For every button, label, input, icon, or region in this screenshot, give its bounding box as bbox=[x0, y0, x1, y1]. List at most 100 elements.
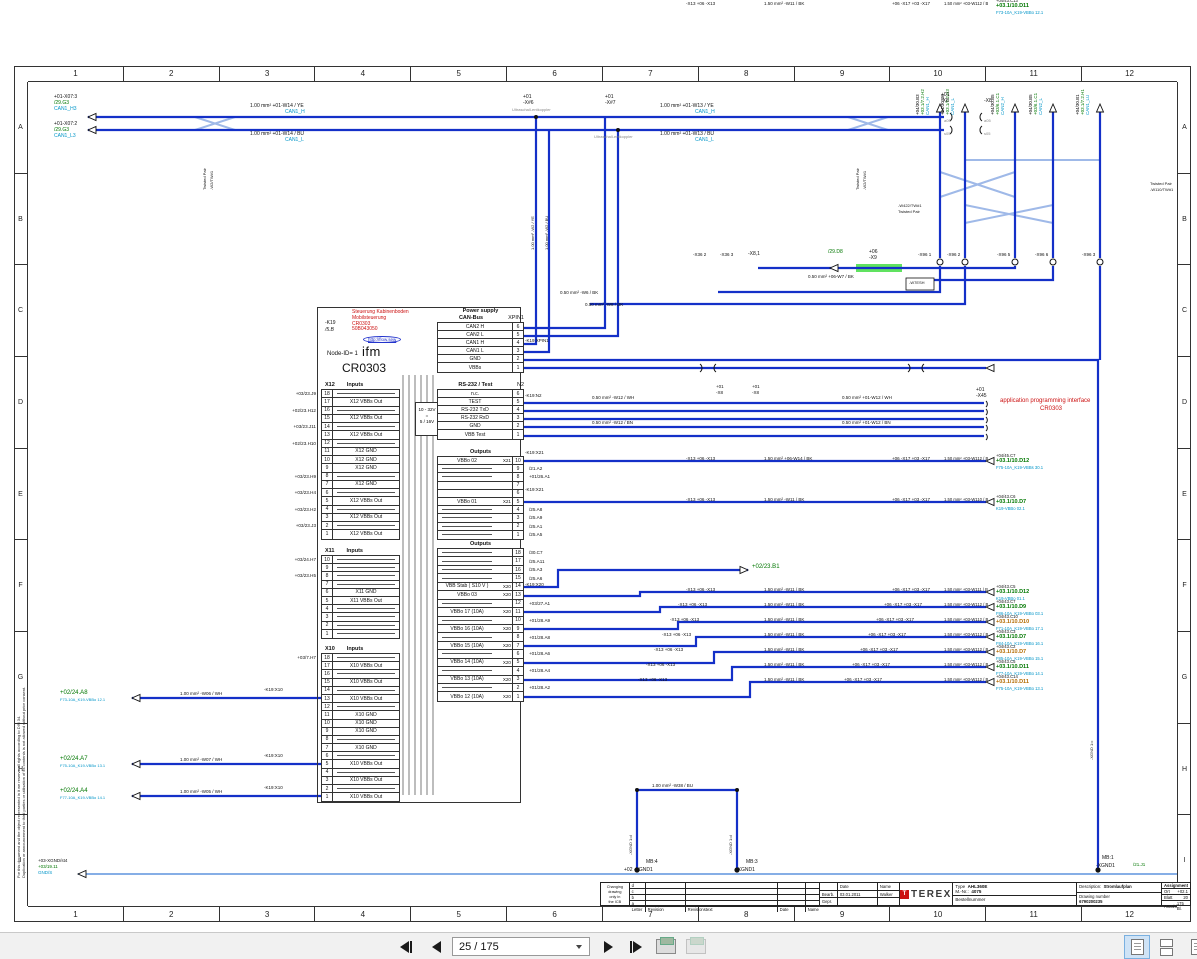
input-pin-row: 10 X10 GND bbox=[322, 719, 399, 728]
ground-ref: -XGND1 bbox=[736, 867, 755, 873]
signal-name: CAN1_L3 bbox=[54, 133, 76, 139]
facing-view-button[interactable] bbox=[1183, 936, 1197, 958]
input-pin-row: 5 X12 VBBs Out bbox=[322, 497, 399, 506]
ifm-logo: ifm bbox=[362, 344, 381, 359]
revision-note: Changing drawing only in the ICB bbox=[601, 883, 630, 905]
rs232-pin-row: TEST 5 bbox=[438, 398, 523, 407]
next-page-icon bbox=[603, 940, 613, 953]
first-page-icon bbox=[399, 940, 409, 953]
output-pin-row: 16/25.A3 bbox=[438, 565, 542, 575]
input-pin-row: 6 X11 GND bbox=[322, 588, 399, 597]
input-pin-row: 4 bbox=[322, 605, 399, 614]
canbus-head: CAN-Bus bbox=[458, 315, 484, 321]
power-head: Power supply bbox=[462, 308, 499, 314]
connector-pin: s05 bbox=[944, 131, 951, 136]
output-pin-row: 18/30.C7 bbox=[438, 549, 543, 558]
wire-row: -X13 +06 -X13 1.50 mm² -W11 / BK +06 -X1… bbox=[686, 0, 1044, 15]
previous-page-button[interactable] bbox=[424, 936, 448, 957]
single-page-view-button[interactable] bbox=[1124, 935, 1150, 959]
pdf-toolbar bbox=[0, 932, 1197, 959]
location-value: +02.1 bbox=[1177, 889, 1188, 894]
input-pin-row: 11 X10 GND bbox=[322, 711, 399, 720]
output-pin-row: VBBo 13 (10A) X20 3 bbox=[438, 675, 523, 684]
output-pin-row: 8 +01/26.A1 bbox=[438, 473, 550, 482]
machine-number: 4075 bbox=[971, 889, 982, 894]
output-pin-row: 4 +01/28.A4 bbox=[438, 667, 550, 676]
wire-gauge: 1.00 mm² -W38 / BU bbox=[652, 783, 694, 788]
outputs2-head: Outputs bbox=[469, 541, 492, 547]
signal-name: F75-10A_K19-VBBo 13.1 bbox=[60, 763, 106, 768]
last-page-button[interactable] bbox=[624, 936, 648, 957]
row-letter: C bbox=[1178, 265, 1191, 358]
input-pin-row: 5 X11 VBBs Out bbox=[322, 596, 399, 606]
connector-ref: -X45 bbox=[976, 393, 987, 399]
tap-note: Ultraschall-entkoppler bbox=[512, 107, 551, 112]
input-pin-row: 1 bbox=[322, 629, 399, 638]
output-pin-row: 17/25.A11 bbox=[438, 557, 545, 566]
outputs-x20-block: Outputs 18/30.C7 17/25.A11 16/25.A3 15/25.A… bbox=[437, 541, 550, 702]
next-page-button[interactable] bbox=[596, 936, 620, 957]
ground-point: MB:1 bbox=[1102, 855, 1114, 861]
first-page-button[interactable] bbox=[394, 936, 418, 957]
input-pin-row: +02/23.H12 16 bbox=[292, 406, 399, 415]
ruler-cell: 10 bbox=[890, 66, 987, 81]
ruler-cell: 5 bbox=[411, 907, 508, 922]
input-pin-row: +03/23.J9 18 bbox=[296, 390, 399, 399]
input-pin-row: 3 X12 VBBs Out bbox=[322, 513, 399, 522]
row-letter: D bbox=[1178, 357, 1191, 449]
output-pin-row: VBBo 01 X21 5 bbox=[438, 497, 523, 507]
input-pin-row: +02/23.H10 12 bbox=[292, 439, 399, 448]
sheet-ref: +02/23.B1 bbox=[752, 564, 780, 570]
input-pin-row: +03/23.H4 6 bbox=[295, 489, 399, 498]
input-pin-row: 17 X10 VBBs Out bbox=[322, 662, 399, 671]
pdf-viewer: 1 2 3 4 5 6 7 8 9 10 11 12 1 2 3 4 5 6 7 8 9 10 11 12 ABCDEFGH… bbox=[0, 0, 1197, 959]
twisted-pair-note: Twisted Pair bbox=[898, 209, 920, 214]
previous-view-button[interactable] bbox=[656, 937, 676, 954]
signal-name: F73-10A_K19-VBBo 12.1 bbox=[60, 697, 106, 702]
twisted-pair-note: Twisted Pair bbox=[1150, 181, 1172, 186]
input-pin-row: 7 X10 GND bbox=[322, 744, 399, 753]
inputs-x10-block: X10 Inputs +03/7.H7 18 17 X10 VBBs Out 16 15 X1… bbox=[297, 645, 400, 803]
outputs-x21-block: Outputs VBBo 02 X21 10 9/21.A2 8 +01/26.A1 7 … bbox=[437, 449, 550, 540]
input-pin-row: 2 bbox=[322, 621, 399, 630]
ruler-cell: 1 bbox=[28, 66, 124, 81]
can-wire-ref-stack: +04/30.B1 +03.1/7.2.H1 CAN1_LU bbox=[1075, 89, 1090, 115]
ruler-top: 1 2 3 4 5 6 7 8 9 10 11 12 bbox=[28, 66, 1177, 82]
first-page-icon-bar bbox=[409, 940, 413, 953]
output-pin-row: 1/25.A5 bbox=[438, 530, 542, 539]
input-pin-row: 15 X12 VBBs Out bbox=[322, 414, 399, 423]
wire-gauge: 0.50 mm² +01-W12 / WH bbox=[842, 395, 892, 400]
continuous-view-button[interactable] bbox=[1154, 936, 1178, 958]
input-pin-row: +03/23.J11 14 bbox=[293, 423, 399, 432]
input-pin-row: +03/23.H5 8 bbox=[295, 572, 399, 581]
input-pin-row: 6 bbox=[322, 752, 399, 761]
ground-ref: -XGND1 bbox=[1096, 863, 1115, 869]
ground-source-ref: +03-XGND/st4 bbox=[38, 858, 68, 863]
twisted-pair-ref: -W2/TW#1 bbox=[862, 170, 867, 190]
ruler-cell: 1 bbox=[28, 907, 124, 922]
page-number-input[interactable] bbox=[452, 937, 590, 956]
row-band-right: ABCDEFGHI bbox=[1177, 82, 1191, 906]
wire-gauge: 0.50 mm² -W12 / WH bbox=[592, 395, 635, 400]
ruler-cell: 2 bbox=[124, 66, 220, 81]
x12-head: X12 bbox=[325, 382, 335, 388]
previous-page-icon bbox=[431, 940, 441, 953]
x12-head2: Inputs bbox=[346, 382, 364, 388]
connector-ref: -K19:X20 bbox=[525, 582, 544, 587]
wire-gauge-vertical: 1.00 mm² -W2 / BU bbox=[544, 215, 549, 250]
api-note: application programming interface bbox=[1000, 398, 1091, 404]
input-pin-row: +03/23.H2 4 bbox=[295, 505, 399, 514]
ground-wire-ref: -XGND 1:c bbox=[1089, 740, 1094, 760]
wire-row: -X13 +06 -X13 1.50 mm² -W11 / BK +06 -X1… bbox=[654, 644, 1044, 661]
ruler-cell: 11 bbox=[986, 907, 1083, 922]
wire-gauge: 0.50 mm² +01-W12 / BN bbox=[842, 420, 891, 425]
ground-point: MB:3 bbox=[746, 859, 758, 865]
row-letter: A bbox=[14, 82, 27, 174]
input-pin-row: 14 bbox=[322, 686, 399, 695]
controller-model: CR0303 bbox=[342, 361, 387, 375]
next-view-button[interactable] bbox=[686, 937, 706, 954]
signal-name: CAN1_H bbox=[285, 109, 305, 115]
can-wire-ref-stack: +04/30.B3 +03.1/7.2.H2 CAN1_H bbox=[915, 89, 930, 115]
signal-name: GND/S bbox=[38, 870, 53, 875]
input-pin-row: 7 bbox=[322, 580, 399, 589]
